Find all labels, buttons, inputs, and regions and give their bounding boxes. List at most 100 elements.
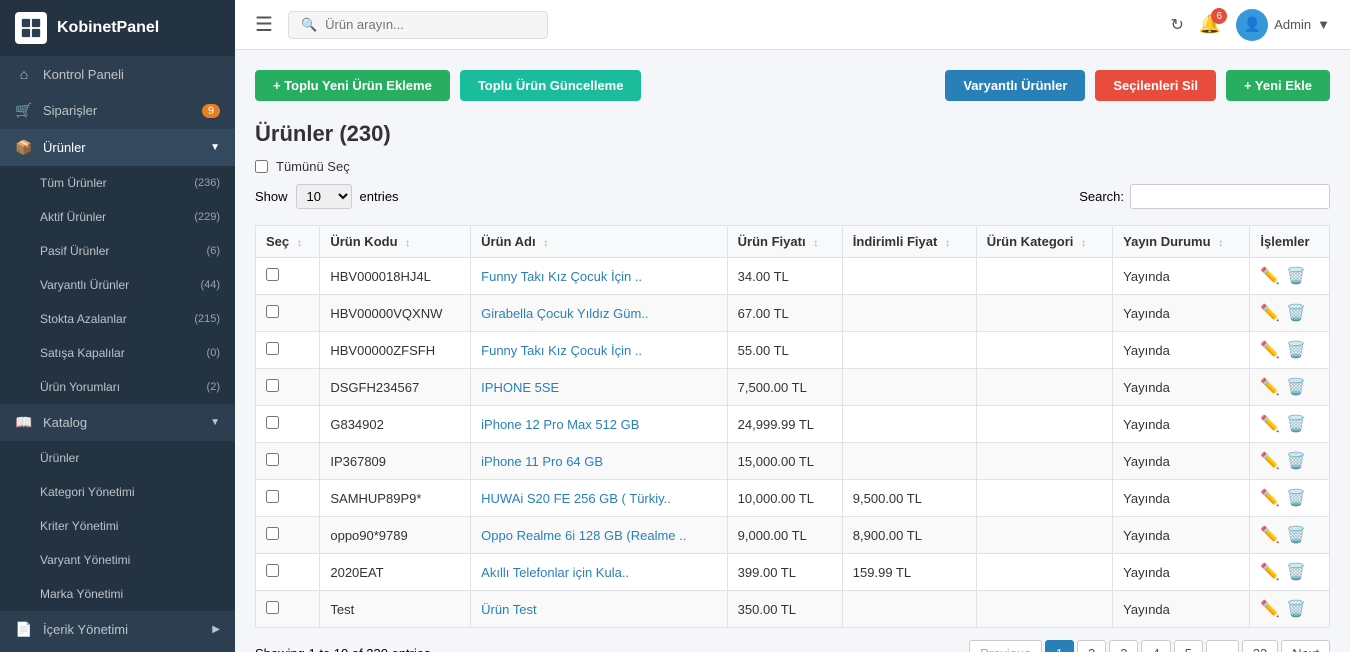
col-urun-kodu[interactable]: Ürün Kodu ↕ — [320, 226, 471, 258]
row-checkbox-2[interactable] — [266, 342, 279, 355]
row-name-link-1[interactable]: Girabella Çocuk Yıldız Güm.. — [481, 306, 648, 321]
delete-icon-8[interactable]: 🗑️ — [1286, 562, 1306, 582]
edit-icon-4[interactable]: ✏️ — [1260, 414, 1280, 434]
col-urun-fiyati[interactable]: Ürün Fiyatı ↕ — [727, 226, 842, 258]
sidebar-item-kontrol-paneli[interactable]: ⌂ Kontrol Paneli — [0, 56, 235, 92]
sidebar-item-icerik-yonetimi[interactable]: 📄 İçerik Yönetimi ▶ — [0, 611, 235, 648]
toplu-yeni-ekle-button[interactable]: + Toplu Yeni Ürün Ekleme — [255, 70, 450, 101]
varyantli-urunler-button[interactable]: Varyantlı Ürünler — [945, 70, 1085, 101]
row-status-4: Yayında — [1113, 406, 1250, 443]
edit-icon-6[interactable]: ✏️ — [1260, 488, 1280, 508]
row-name-link-4[interactable]: iPhone 12 Pro Max 512 GB — [481, 417, 639, 432]
toplu-guncelle-button[interactable]: Toplu Ürün Güncelleme — [460, 70, 642, 101]
row-checkbox-3[interactable] — [266, 379, 279, 392]
edit-icon-8[interactable]: ✏️ — [1260, 562, 1280, 582]
delete-icon-0[interactable]: 🗑️ — [1286, 266, 1306, 286]
row-name-link-7[interactable]: Oppo Realme 6i 128 GB (Realme .. — [481, 528, 686, 543]
select-all-checkbox[interactable] — [255, 160, 268, 173]
entries-select[interactable]: 10 25 50 100 — [296, 184, 352, 209]
sidebar-label-katalog: Katalog — [43, 415, 87, 430]
home-icon: ⌂ — [15, 66, 33, 82]
row-checkbox-5[interactable] — [266, 453, 279, 466]
search-input[interactable] — [325, 17, 535, 32]
row-name-link-3[interactable]: IPHONE 5SE — [481, 380, 559, 395]
delete-icon-9[interactable]: 🗑️ — [1286, 599, 1306, 619]
pagination: Previous 1 2 3 4 5 ... 23 Next — [969, 640, 1330, 652]
delete-icon-4[interactable]: 🗑️ — [1286, 414, 1306, 434]
admin-menu[interactable]: 👤 Admin ▼ — [1236, 9, 1330, 41]
sidebar-item-katalog[interactable]: 📖 Katalog ▼ — [0, 404, 235, 441]
edit-icon-9[interactable]: ✏️ — [1260, 599, 1280, 619]
col-sec[interactable]: Seç ↕ — [256, 226, 320, 258]
hamburger-icon[interactable]: ☰ — [255, 12, 273, 37]
delete-icon-1[interactable]: 🗑️ — [1286, 303, 1306, 323]
sidebar-item-urun-yorumlari[interactable]: Ürün Yorumları (2) — [0, 370, 235, 404]
sidebar-item-marka-yonetimi[interactable]: Marka Yönetimi — [0, 577, 235, 611]
row-checkbox-9[interactable] — [266, 601, 279, 614]
kategori-yonetimi-label: Kategori Yönetimi — [40, 485, 135, 499]
notifications-icon[interactable]: 🔔 6 — [1199, 14, 1221, 35]
refresh-icon[interactable]: ↻ — [1170, 15, 1183, 35]
edit-icon-2[interactable]: ✏️ — [1260, 340, 1280, 360]
row-name-link-5[interactable]: iPhone 11 Pro 64 GB — [481, 454, 603, 469]
table-search-input[interactable] — [1130, 184, 1330, 209]
page-4-button[interactable]: 4 — [1141, 640, 1170, 652]
sidebar-item-varyantli-urunler[interactable]: Varyantlı Ürünler (44) — [0, 268, 235, 302]
delete-icon-3[interactable]: 🗑️ — [1286, 377, 1306, 397]
urunler-submenu: Tüm Ürünler (236) Aktif Ürünler (229) Pa… — [0, 166, 235, 404]
row-name-link-8[interactable]: Akıllı Telefonlar için Kula.. — [481, 565, 629, 580]
row-name-link-2[interactable]: Funny Takı Kız Çocuk İçin .. — [481, 343, 642, 358]
row-price-9: 350.00 TL — [727, 591, 842, 628]
next-button[interactable]: Next — [1281, 640, 1330, 652]
page-1-button[interactable]: 1 — [1045, 640, 1074, 652]
previous-button[interactable]: Previous — [969, 640, 1042, 652]
col-yayin-durumu[interactable]: Yayın Durumu ↕ — [1113, 226, 1250, 258]
delete-icon-6[interactable]: 🗑️ — [1286, 488, 1306, 508]
row-name-link-6[interactable]: HUWAi S20 FE 256 GB ( Türkiy.. — [481, 491, 671, 506]
edit-icon-7[interactable]: ✏️ — [1260, 525, 1280, 545]
row-checkbox-1[interactable] — [266, 305, 279, 318]
page-5-button[interactable]: 5 — [1174, 640, 1203, 652]
edit-icon-3[interactable]: ✏️ — [1260, 377, 1280, 397]
row-checkbox-4[interactable] — [266, 416, 279, 429]
sidebar-item-siparisler[interactable]: 🛒 Siparişler 9 — [0, 92, 235, 129]
page-3-button[interactable]: 3 — [1109, 640, 1138, 652]
row-checkbox-7[interactable] — [266, 527, 279, 540]
page-23-button[interactable]: 23 — [1242, 640, 1278, 652]
row-checkbox-8[interactable] — [266, 564, 279, 577]
sidebar-item-satisa-kapaliklar[interactable]: Satışa Kapalılar (0) — [0, 336, 235, 370]
topnav: ☰ 🔍 ↻ 🔔 6 👤 Admin ▼ — [235, 0, 1350, 50]
row-name-link-9[interactable]: Ürün Test — [481, 602, 536, 617]
sidebar-item-urunler[interactable]: 📦 Ürünler ▼ — [0, 129, 235, 166]
edit-icon-5[interactable]: ✏️ — [1260, 451, 1280, 471]
row-checkbox-0[interactable] — [266, 268, 279, 281]
sidebar-item-kriter-yonetimi[interactable]: Kriter Yönetimi — [0, 509, 235, 543]
col-indirimli-fiyat[interactable]: İndirimli Fiyat ↕ — [842, 226, 976, 258]
row-checkbox-6[interactable] — [266, 490, 279, 503]
table-row: Test Ürün Test 350.00 TL Yayında ✏️ 🗑️ — [256, 591, 1330, 628]
stokta-azalanlar-count: (215) — [194, 313, 220, 325]
edit-icon-1[interactable]: ✏️ — [1260, 303, 1280, 323]
page-2-button[interactable]: 2 — [1077, 640, 1106, 652]
sidebar-item-varyant-yonetimi[interactable]: Varyant Yönetimi — [0, 543, 235, 577]
edit-icon-0[interactable]: ✏️ — [1260, 266, 1280, 286]
sidebar-item-stokta-azalanlar[interactable]: Stokta Azalanlar (215) — [0, 302, 235, 336]
box-icon: 📦 — [15, 139, 33, 156]
col-urun-adi[interactable]: Ürün Adı ↕ — [471, 226, 728, 258]
row-category-5 — [976, 443, 1112, 480]
row-discount-3 — [842, 369, 976, 406]
col-urun-kategori[interactable]: Ürün Kategori ↕ — [976, 226, 1112, 258]
sidebar-item-k-urunler[interactable]: Ürünler — [0, 441, 235, 475]
delete-icon-5[interactable]: 🗑️ — [1286, 451, 1306, 471]
sidebar-item-aktif-urunler[interactable]: Aktif Ürünler (229) — [0, 200, 235, 234]
sidebar-item-tum-urunler[interactable]: Tüm Ürünler (236) — [0, 166, 235, 200]
sidebar-item-kategori-yonetimi[interactable]: Kategori Yönetimi — [0, 475, 235, 509]
delete-icon-7[interactable]: 🗑️ — [1286, 525, 1306, 545]
secilenleri-sil-button[interactable]: Seçilenleri Sil — [1095, 70, 1216, 101]
row-name-link-0[interactable]: Funny Takı Kız Çocuk İçin .. — [481, 269, 642, 284]
sidebar-item-kullanicilar[interactable]: 👤 Kullanıcılar ▶ — [0, 648, 235, 652]
kriter-yonetimi-label: Kriter Yönetimi — [40, 519, 118, 533]
delete-icon-2[interactable]: 🗑️ — [1286, 340, 1306, 360]
yeni-ekle-button[interactable]: + Yeni Ekle — [1226, 70, 1330, 101]
sidebar-item-pasif-urunler[interactable]: Pasif Ürünler (6) — [0, 234, 235, 268]
